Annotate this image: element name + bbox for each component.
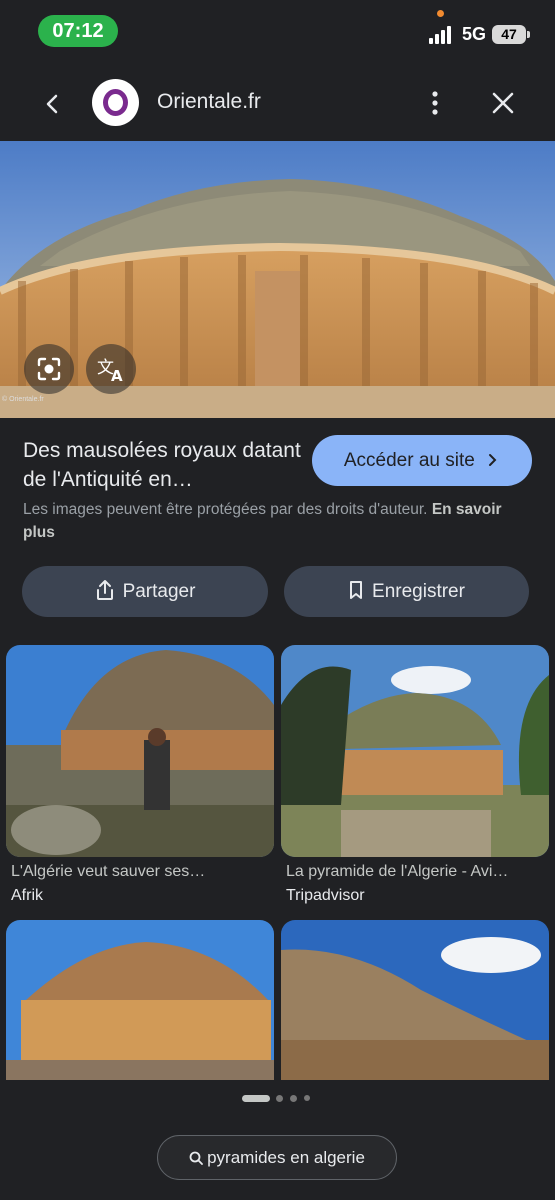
share-button[interactable]: Partager (22, 566, 268, 617)
related-image-1[interactable] (6, 645, 274, 857)
privacy-dot (437, 10, 444, 17)
share-label: Partager (122, 581, 196, 602)
signal-icon (429, 26, 455, 44)
status-bar: 07:12 5G 47 (0, 0, 555, 62)
battery-icon: 47 (492, 25, 530, 44)
viewer-header (0, 72, 555, 134)
related-title-1[interactable]: L'Algérie veut sauver ses… (11, 863, 205, 881)
image-caption: © Orientale.fr (2, 396, 44, 403)
related-source-1: Afrik (11, 887, 43, 904)
back-button[interactable] (36, 88, 68, 120)
share-icon (96, 580, 113, 600)
close-icon (492, 92, 514, 114)
chevron-right-icon (489, 454, 497, 466)
translate-icon: 文 A (97, 358, 123, 385)
copyright-notice: Les images peuvent être protégées par de… (23, 501, 502, 541)
related-image-4[interactable] (281, 920, 549, 1080)
site-logo[interactable] (92, 79, 139, 126)
lens-button[interactable] (24, 344, 74, 394)
result-title[interactable]: Des mausolées royaux datant de l'Antiqui… (23, 436, 303, 494)
visit-site-button[interactable]: Accéder au site (312, 435, 532, 486)
search-chip[interactable]: pyramides en algerie (157, 1135, 397, 1180)
lens-icon (37, 357, 61, 381)
search-chip-label: pyramides en algerie (207, 1148, 365, 1167)
visit-site-label: Accéder au site (343, 450, 475, 471)
related-source-2: Tripadvisor (286, 887, 365, 904)
related-image-2[interactable] (281, 645, 549, 857)
hero-image[interactable] (0, 141, 555, 418)
search-icon (189, 1151, 203, 1165)
close-button[interactable] (488, 88, 518, 118)
save-label: Enregistrer (372, 581, 465, 602)
clock: 07:12 (38, 15, 118, 47)
translate-button[interactable]: 文 A (86, 344, 136, 394)
save-button[interactable]: Enregistrer (284, 566, 529, 617)
back-arrow-icon (46, 94, 58, 114)
network-label: 5G (462, 24, 487, 44)
more-options-button[interactable] (423, 88, 447, 118)
bookmark-icon (350, 581, 363, 599)
svg-text:A: A (111, 367, 123, 385)
more-vert-icon (432, 91, 438, 115)
related-image-3[interactable] (6, 920, 274, 1080)
related-title-2[interactable]: La pyramide de l'Algerie - Avi… (286, 863, 508, 881)
site-name[interactable]: Orientale.fr (157, 90, 261, 114)
